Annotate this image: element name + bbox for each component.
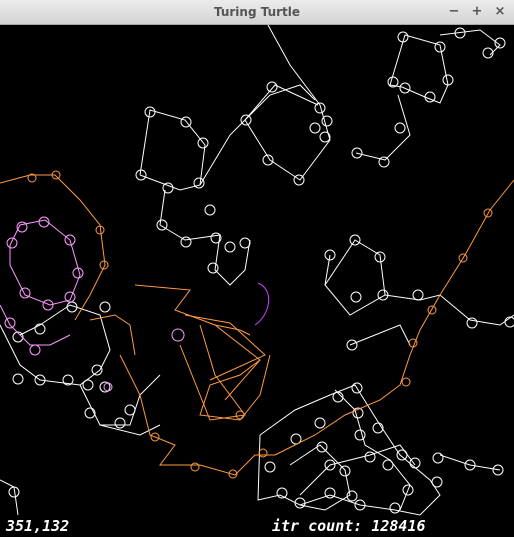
white-trail-left-cluster [0,301,161,516]
white-trail-upper-middle [135,25,333,286]
turtle-canvas[interactable]: 351,132 itr count: 128416 [0,25,514,537]
turtle-drawing [0,25,514,516]
iteration-count: itr count: 128416 [272,517,426,535]
pink-trail-left [0,216,185,392]
white-trail-right-hexagon [324,234,514,351]
close-button[interactable]: × [492,4,508,20]
app-window: Turing Turtle − + × 351,132 itr count: 1… [0,0,514,537]
minimize-button[interactable]: − [446,4,462,20]
orange-trail [0,170,514,479]
cursor-coordinates: 351,132 [6,517,70,535]
window-title: Turing Turtle [213,5,301,19]
white-trail-bottom-cluster [257,382,504,516]
title-bar[interactable]: Turing Turtle − + × [0,0,514,25]
white-trail-top-right [351,27,506,168]
magenta-trail [254,282,269,326]
maximize-button[interactable]: + [469,4,485,20]
